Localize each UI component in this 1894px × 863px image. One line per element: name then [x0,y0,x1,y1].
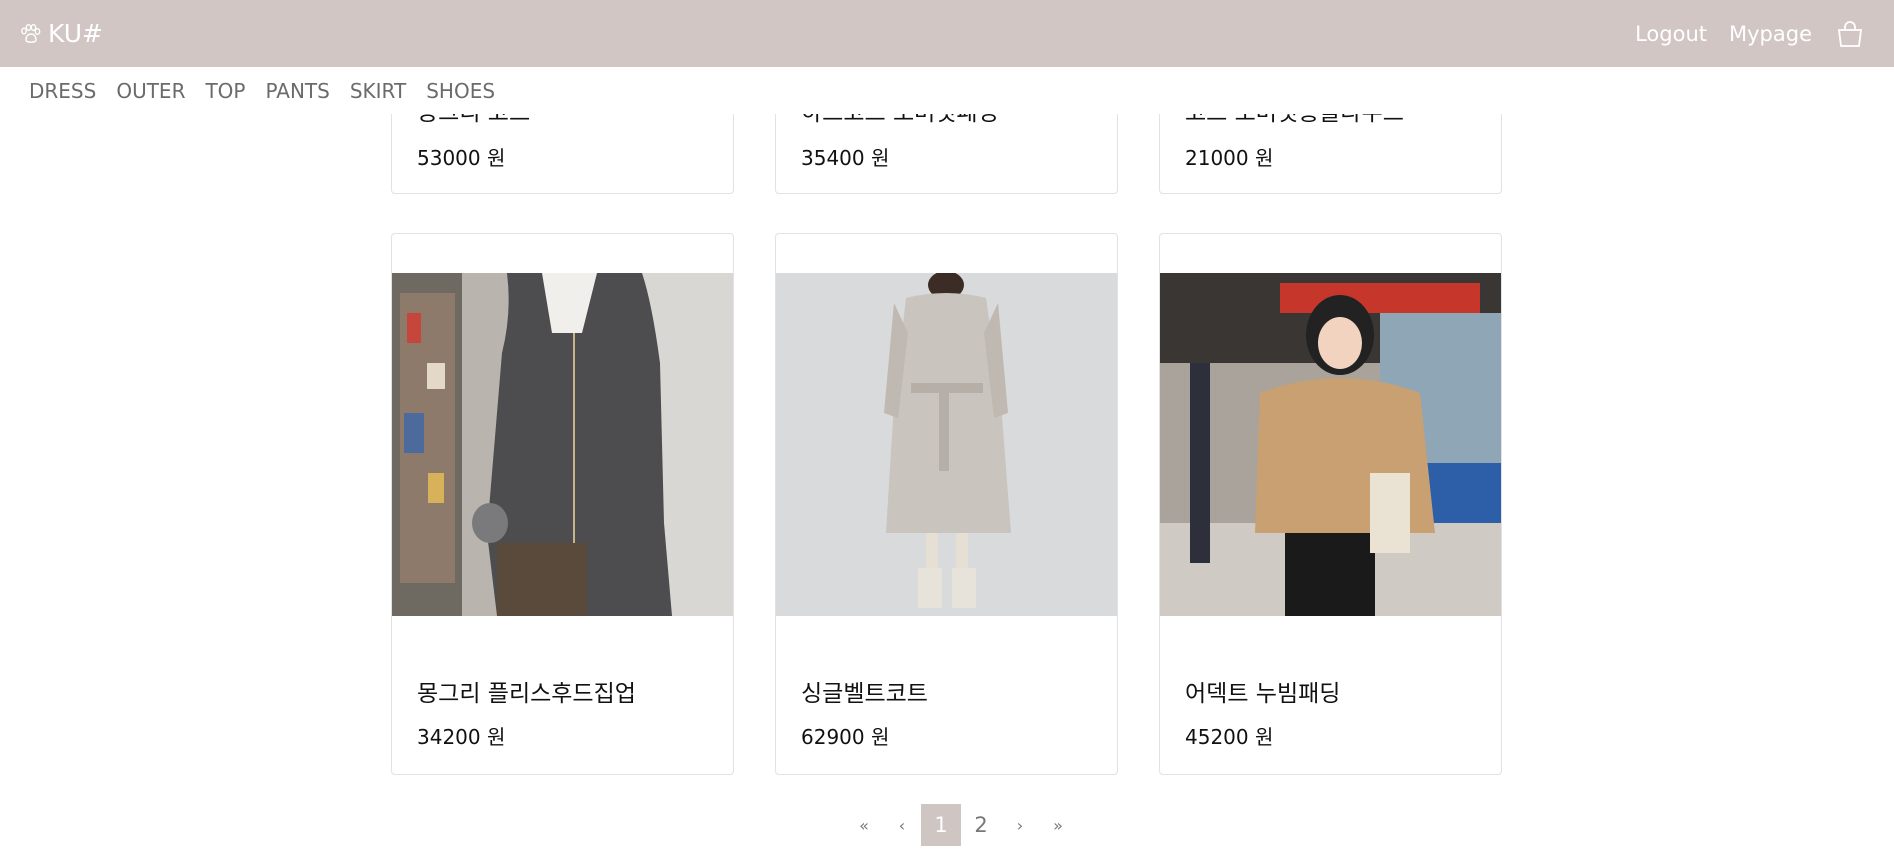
pagination: « ‹ 1 2 › » [845,804,1077,846]
product-price: 53000 원 [417,146,506,170]
first-page-button[interactable]: « [845,804,883,846]
logout-link[interactable]: Logout [1635,22,1707,46]
page-2-button[interactable]: 2 [961,804,1001,846]
product-price: 45200 원 [1185,725,1274,749]
product-name: 몽그리 플리스후드집업 [417,681,636,707]
top-header: KU# Logout Mypage [0,0,1894,67]
product-price: 34200 원 [417,725,506,749]
brand-logo[interactable]: KU# [18,0,103,67]
paw-icon [21,23,41,43]
product-image[interactable] [392,273,733,616]
category-nav: DRESS OUTER TOP PANTS SKIRT SHOES [0,67,1894,114]
product-card[interactable]: 몽그리 플리스후드집업 34200 원 [391,233,734,775]
product-image[interactable] [776,273,1117,616]
category-skirt[interactable]: SKIRT [350,79,406,103]
shopping-bag-icon[interactable] [1834,18,1866,50]
product-price: 62900 원 [801,725,890,749]
product-price: 35400 원 [801,146,890,170]
product-name: 어덱트 누빔패딩 [1185,681,1341,707]
next-page-button[interactable]: › [1001,804,1039,846]
product-card[interactable]: 싱글벨트코트 62900 원 [775,233,1118,775]
product-price: 21000 원 [1185,146,1274,170]
product-image[interactable] [1160,273,1501,616]
page-1-button[interactable]: 1 [921,804,961,846]
last-page-button[interactable]: » [1039,804,1077,846]
category-shoes[interactable]: SHOES [426,79,495,103]
product-name: 싱글벨트코트 [801,681,928,707]
product-card[interactable]: 어덱트 누빔패딩 45200 원 [1159,233,1502,775]
category-pants[interactable]: PANTS [266,79,330,103]
category-outer[interactable]: OUTER [116,79,185,103]
category-top[interactable]: TOP [205,79,245,103]
mypage-link[interactable]: Mypage [1729,22,1812,46]
category-dress[interactable]: DRESS [29,79,96,103]
brand-name: KU# [48,19,103,48]
prev-page-button[interactable]: ‹ [883,804,921,846]
